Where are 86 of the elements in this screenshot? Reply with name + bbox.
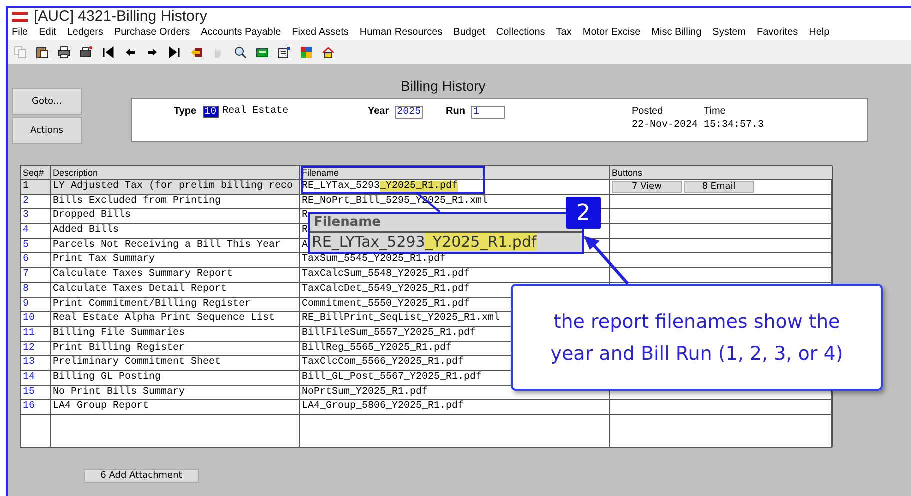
table-cell: Calculate Taxes Summary Report bbox=[51, 268, 300, 283]
filename-cell: RE_LYTax_5293_Y2025_R1.pdf bbox=[300, 180, 610, 195]
window-title: [AUC] 4321-Billing History bbox=[34, 8, 208, 25]
last-record-icon[interactable] bbox=[168, 46, 181, 58]
seq-cell[interactable]: 12 bbox=[21, 342, 51, 356]
seq-cell[interactable]: 2 bbox=[21, 194, 51, 210]
field-label: Type bbox=[174, 106, 197, 117]
menu-item[interactable]: Misc Billing bbox=[652, 27, 702, 38]
menu-item[interactable]: Purchase Orders bbox=[114, 27, 190, 38]
year-field[interactable]: 2025 bbox=[395, 106, 424, 119]
printer-icon[interactable] bbox=[58, 46, 71, 58]
run-field[interactable]: 1 bbox=[471, 106, 506, 119]
side-button[interactable]: Goto... bbox=[12, 88, 82, 115]
exit-arrow-icon[interactable] bbox=[190, 46, 203, 58]
app-logo-icon bbox=[12, 12, 28, 22]
seq-cell[interactable]: 16 bbox=[21, 400, 51, 415]
type-name: Real Estate bbox=[222, 106, 289, 117]
field-label: Run bbox=[446, 106, 466, 117]
color-squares-icon[interactable] bbox=[300, 46, 313, 58]
seq-cell[interactable]: 13 bbox=[21, 356, 51, 371]
clipboard-icon[interactable] bbox=[36, 46, 49, 58]
table-cell: Print Billing Register bbox=[51, 342, 300, 356]
seq-cell[interactable]: 4 bbox=[21, 224, 51, 239]
seq-cell[interactable]: 10 bbox=[21, 312, 51, 327]
table-cell: No Print Bills Summary bbox=[51, 386, 300, 400]
menu-item[interactable]: Edit bbox=[39, 27, 56, 38]
menu-item[interactable]: Help bbox=[809, 27, 830, 38]
seq-cell[interactable]: 6 bbox=[21, 253, 51, 268]
column-header: Buttons bbox=[610, 166, 833, 180]
posted-time: 15:34:57.3 bbox=[704, 120, 764, 131]
side-button[interactable]: Actions bbox=[12, 117, 82, 144]
table-cell: Parcels Not Receiving a Bill This Year bbox=[51, 238, 300, 254]
seq-cell[interactable]: 9 bbox=[21, 298, 51, 312]
menu-item[interactable]: Collections bbox=[496, 27, 546, 38]
home-icon[interactable] bbox=[322, 46, 335, 58]
table-cell: Real Estate Alpha Print Sequence List bbox=[51, 312, 300, 327]
row-button[interactable]: 8 Email bbox=[684, 181, 754, 193]
seq-cell[interactable]: 11 bbox=[21, 326, 51, 342]
add-attachment-button[interactable]: 6 Add Attachment bbox=[84, 469, 199, 483]
filename-cell: LA4_Group_5806_Y2025_R1.pdf bbox=[300, 400, 610, 415]
row-button[interactable]: 7 View bbox=[612, 181, 682, 193]
first-record-icon[interactable] bbox=[102, 46, 115, 58]
seq-cell[interactable]: 1 bbox=[21, 180, 51, 195]
field-label: Year bbox=[368, 106, 390, 117]
table-cell: Bills Excluded from Printing bbox=[51, 194, 300, 210]
printer-icon[interactable] bbox=[80, 46, 93, 58]
menu-item[interactable]: Human Resources bbox=[360, 27, 443, 38]
seq-cell[interactable]: 3 bbox=[21, 209, 51, 224]
column-header: Seq# bbox=[21, 166, 51, 180]
table-cell: LA4 Group Report bbox=[51, 400, 300, 415]
table-cell: Print Commitment/Billing Register bbox=[51, 298, 300, 312]
field-label: Time bbox=[704, 106, 727, 117]
search-icon[interactable] bbox=[234, 46, 247, 58]
filename-cell: TaxSum_5545_Y2025_R1.pdf bbox=[300, 253, 610, 268]
menu-item[interactable]: Accounts Payable bbox=[201, 27, 282, 38]
seq-cell[interactable]: 8 bbox=[21, 282, 51, 298]
seq-cell[interactable]: 14 bbox=[21, 370, 51, 386]
menu-item[interactable]: Ledgers bbox=[67, 27, 104, 38]
form-icon[interactable] bbox=[278, 46, 291, 58]
seq-cell[interactable]: 5 bbox=[21, 238, 51, 254]
table-cell: Print Tax Summary bbox=[51, 253, 300, 268]
table-cell: Added Bills bbox=[51, 224, 300, 239]
type-code-field[interactable]: 10 bbox=[202, 106, 219, 118]
menu-item[interactable]: Motor Excise bbox=[582, 27, 641, 38]
table-cell: Preliminary Commitment Sheet bbox=[51, 356, 300, 371]
column-header: Filename bbox=[300, 166, 610, 180]
column-header: Description bbox=[51, 166, 300, 180]
menu-item[interactable]: File bbox=[12, 27, 28, 38]
table-cell: Billing GL Posting bbox=[51, 370, 300, 386]
table-cell: Dropped Bills bbox=[51, 209, 300, 224]
menu-item[interactable]: System bbox=[712, 27, 746, 38]
seq-cell[interactable]: 15 bbox=[21, 386, 51, 400]
page-title: Billing History bbox=[400, 77, 487, 96]
menu-item[interactable]: Budget bbox=[454, 27, 486, 38]
posted-date: 22-Nov-2024 bbox=[632, 120, 700, 131]
menu-item[interactable]: Favorites bbox=[757, 27, 798, 38]
calculator-icon[interactable] bbox=[256, 46, 269, 58]
table-cell: LY Adjusted Tax (for prelim billing reco bbox=[51, 180, 300, 195]
table-cell: Billing File Summaries bbox=[51, 326, 300, 342]
menu-item[interactable]: Tax bbox=[556, 27, 572, 38]
menu-item[interactable]: Fixed Assets bbox=[292, 27, 349, 38]
callout-note: the report filenames show the year and Bill Run (1, 2, 3, or 4) bbox=[511, 284, 883, 391]
table-cell: Calculate Taxes Detail Report bbox=[51, 282, 300, 298]
seq-cell[interactable]: 7 bbox=[21, 268, 51, 283]
filename-cell: TaxCalcSum_5548_Y2025_R1.pdf bbox=[300, 268, 610, 283]
field-label: Posted bbox=[632, 106, 664, 117]
